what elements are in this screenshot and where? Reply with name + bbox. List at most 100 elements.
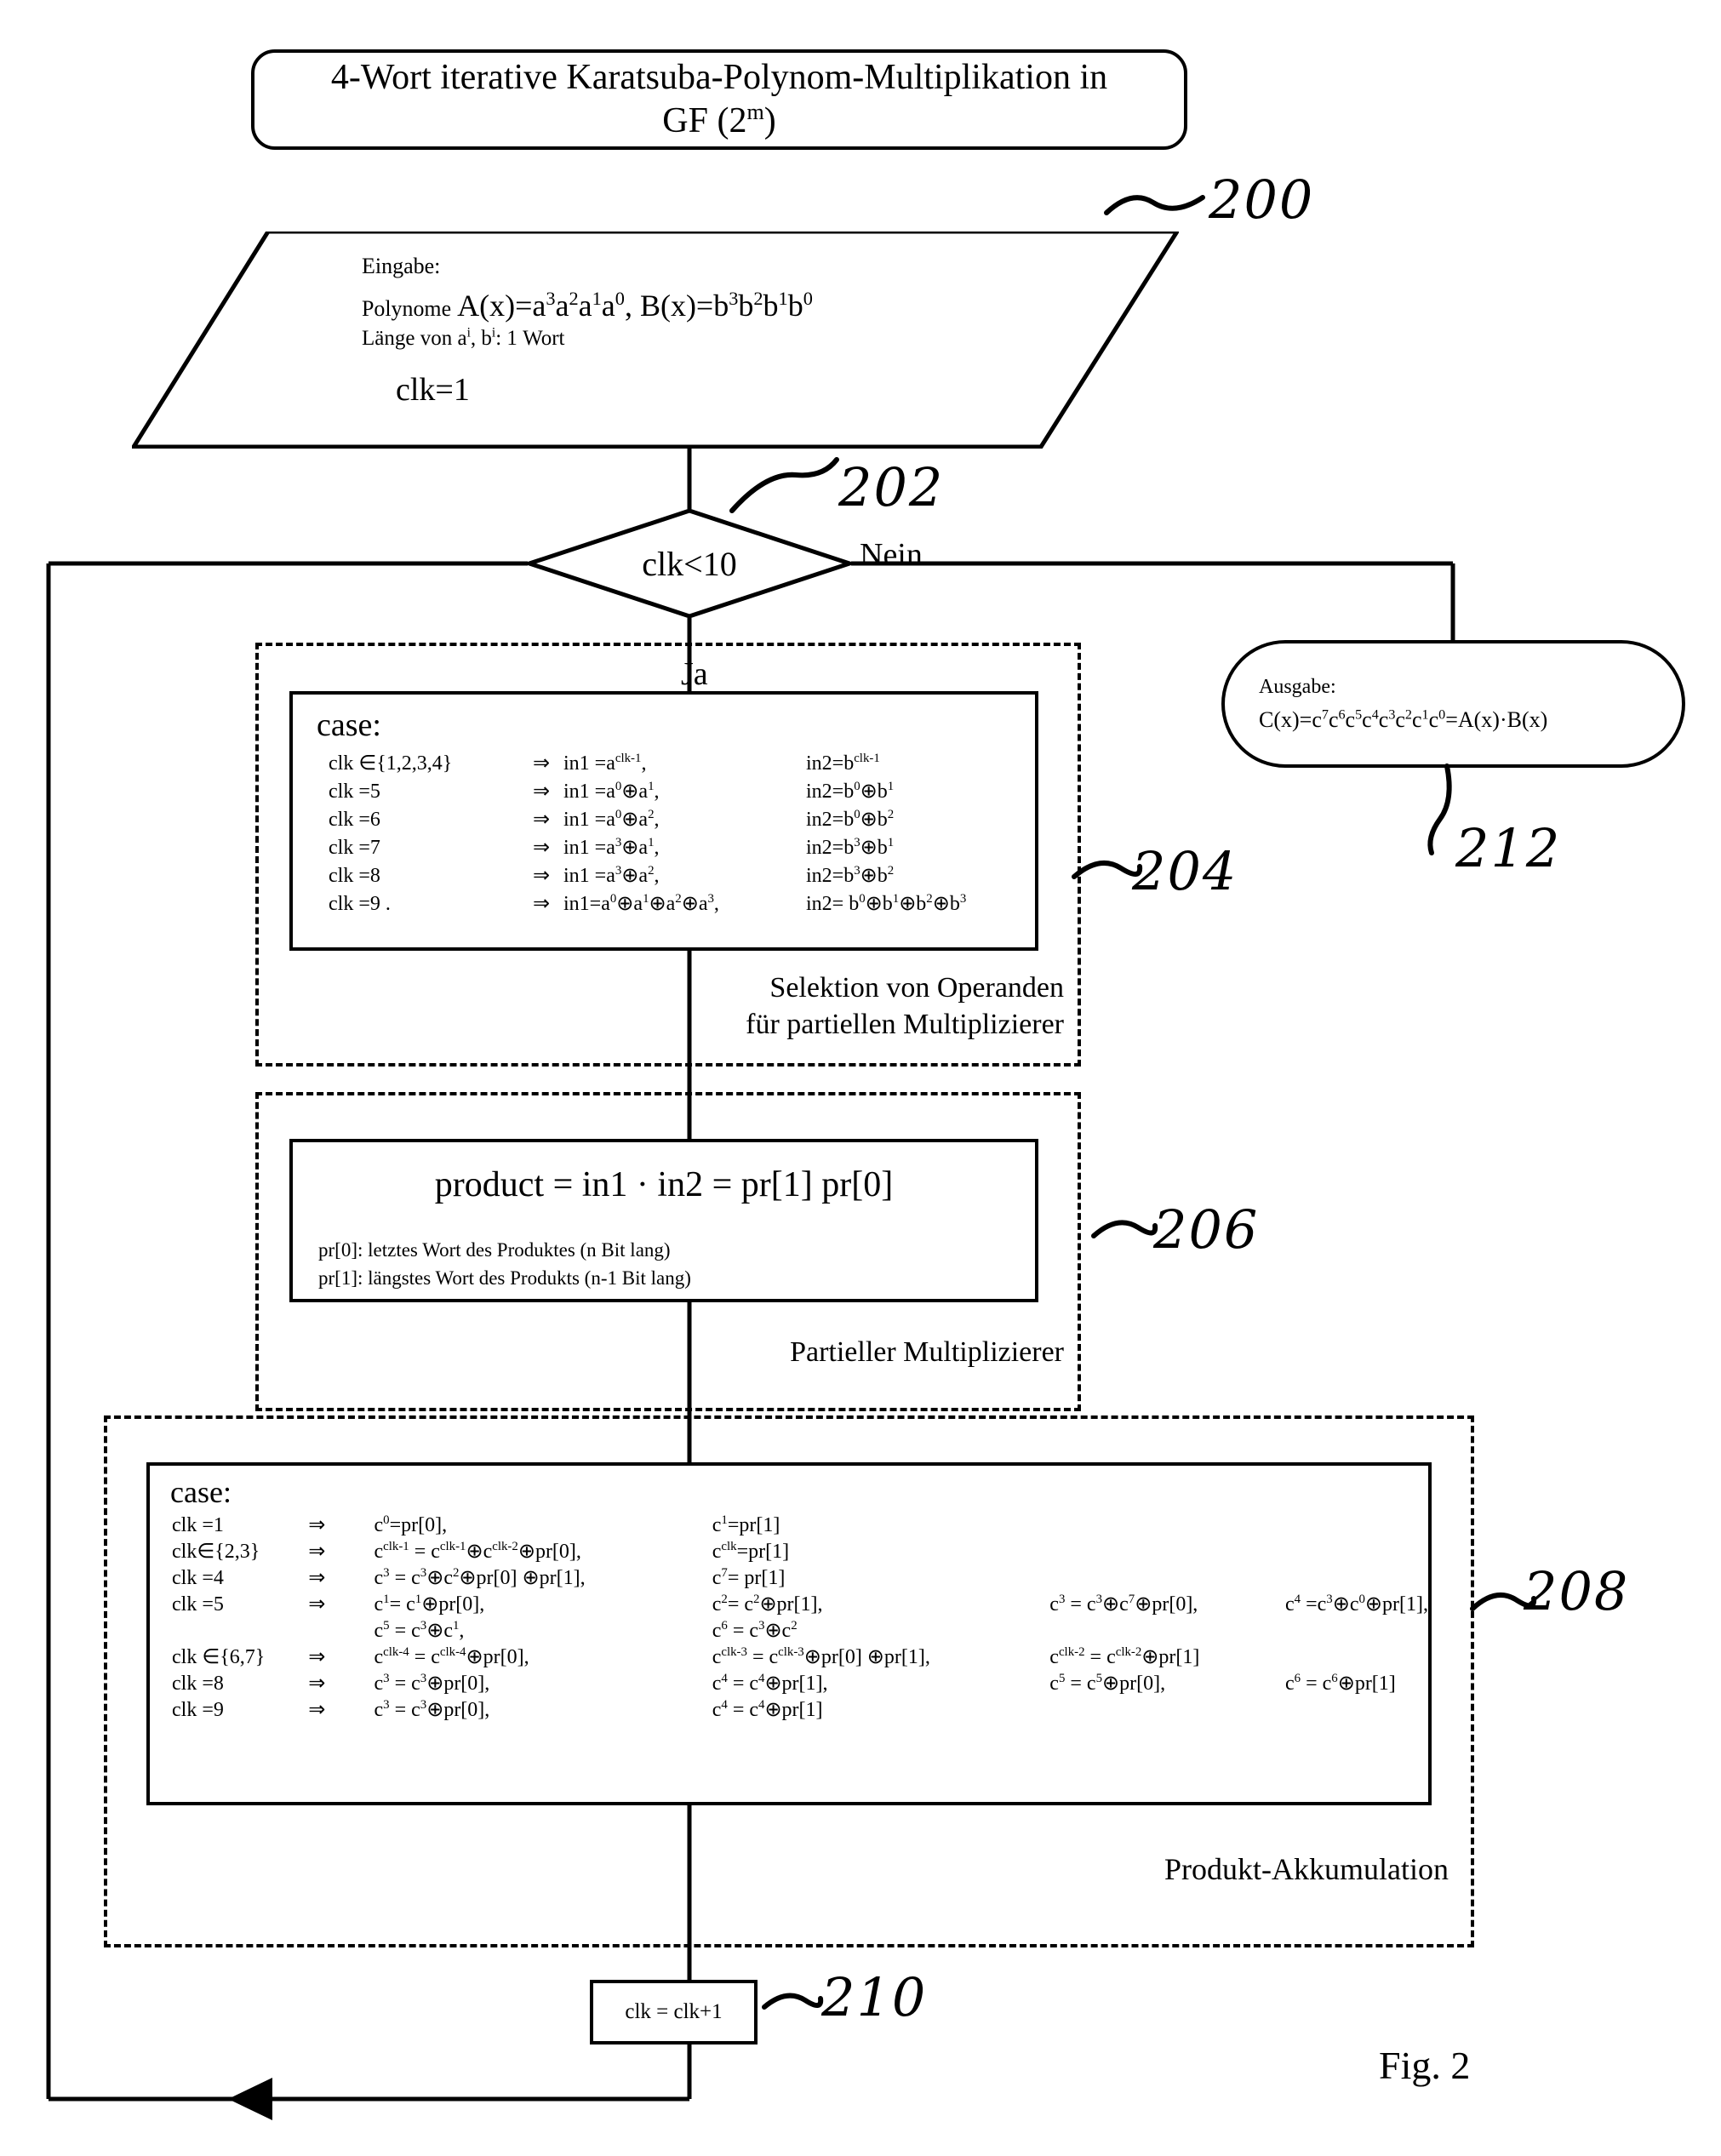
operand-in2: in2=b3⊕b2 [806,864,895,887]
product-accumulation-box: case: clk =1 ⇒ c0=pr[0], c1=pr[1] clk∈{2,3} ⇒… [146,1462,1432,1805]
implies-icon: ⇒ [308,1514,326,1536]
implies-icon: ⇒ [308,1673,326,1695]
implies-icon: ⇒ [533,809,551,831]
accumulation-expr-1: c3 = c3⊕pr[0], [374,1672,490,1695]
operand-selection-caption-line1: Selektion von Operanden [769,972,1064,1004]
accumulation-expr-2: c1=pr[1] [712,1513,780,1536]
operand-in1: in1=a0⊕a1⊕a2⊕a3, [563,892,719,915]
accumulation-expr-4 [1285,1512,1428,1538]
operand-case-row: clk ∈{1,2,3,4} ⇒ in1 =aclk-1, in2=bclk-1 [329,749,966,777]
accumulation-expr-3 [1049,1538,1285,1564]
operand-case-row: clk =6 ⇒ in1 =a0⊕a2, in2=b0⊕b2 [329,805,966,833]
decision-node: clk<10 [528,509,851,618]
reference-numeral-200: 200 [1209,169,1315,231]
figure-title-line1: 4-Wort iterative Karatsuba-Polynom-Multi… [330,57,1108,97]
product-accumulation-table: clk =1 ⇒ c0=pr[0], c1=pr[1] clk∈{2,3} ⇒ cclk-1… [172,1512,1428,1723]
accumulation-case-row: clk =5 ⇒ c1= c1⊕pr[0], c2= c2⊕pr[1], c3 = c3… [172,1591,1428,1617]
input-polynomials: Polynome A(x)=a3a2a1a0, B(x)=b3b2b1b0 [362,288,813,323]
operand-selection-box: case: clk ∈{1,2,3,4} ⇒ in1 =aclk-1, in2=bcl… [289,691,1038,951]
operand-in1: in1 =a3⊕a2, [563,864,660,887]
accumulation-case-row: clk =4 ⇒ c3 = c3⊕c2⊕pr[0] ⊕pr[1], c7= pr[1] [172,1564,1428,1591]
accumulation-case-condition: clk =9 [172,1699,224,1721]
reference-numeral-206: 206 [1153,1198,1260,1261]
operand-case-condition: clk =8 [329,865,380,887]
accumulation-expr-3: c3 = c3⊕c7⊕pr[0], [1049,1593,1198,1616]
operand-selection-caption-line2: für partiellen Multiplizierer [746,1008,1064,1040]
accumulation-expr-1: c5 = c3⊕c1, [374,1619,465,1642]
reference-numeral-208: 208 [1524,1560,1630,1622]
figure-title-box: 4-Wort iterative Karatsuba-Polynom-Multi… [251,49,1187,150]
implies-icon: ⇒ [308,1567,326,1589]
accumulation-case-condition: clk =8 [172,1673,224,1695]
operand-in2: in2=b0⊕b1 [806,780,895,803]
implies-icon: ⇒ [308,1699,326,1721]
accumulation-expr-1: c0=pr[0], [374,1513,448,1536]
decision-condition: clk<10 [642,544,737,583]
loopback-arrowhead [228,2078,272,2120]
product-notes: pr[0]: letztes Wort des Produktes (n Bit… [318,1236,1035,1293]
accumulation-expr-2: c7= pr[1] [712,1566,786,1589]
accumulation-expr-4 [1285,1538,1428,1564]
increment-node: clk = clk+1 [590,1980,758,2044]
accumulation-case-row: c5 = c3⊕c1, c6 = c3⊕c2 [172,1617,1428,1644]
figure-title-line2: GF (2m) [662,100,776,140]
operand-case-row: clk =7 ⇒ in1 =a3⊕a1, in2=b3⊕b1 [329,833,966,861]
accumulation-expr-4 [1285,1564,1428,1591]
operand-in2: in2= b0⊕b1⊕b2⊕b3 [806,892,967,915]
operand-in2: in2=b3⊕b1 [806,836,895,859]
accumulation-expr-1: c1= c1⊕pr[0], [374,1593,485,1616]
accumulation-case-row: clk∈{2,3} ⇒ cclk-1 = cclk-1⊕cclk-2⊕pr[0], c… [172,1538,1428,1564]
operand-in1: in1 =a3⊕a1, [563,836,660,859]
operand-in1: in1 =a0⊕a1, [563,780,660,803]
reference-numeral-210: 210 [821,1966,928,2028]
implies-icon: ⇒ [533,893,551,915]
accumulation-case-row: clk =9 ⇒ c3 = c3⊕pr[0], c4 = c4⊕pr[1] [172,1696,1428,1723]
product-note-pr1: pr[1]: längstes Wort des Produkts (n-1 B… [318,1267,691,1290]
accumulation-case-row: clk =8 ⇒ c3 = c3⊕pr[0], c4 = c4⊕pr[1], c5 = … [172,1670,1428,1696]
implies-icon [308,1617,374,1644]
figure-caption: Fig. 2 [1379,2044,1471,2087]
accumulation-expr-1: cclk-4 = cclk-4⊕pr[0], [374,1645,529,1668]
input-clk-init: clk=1 [396,372,470,408]
accumulation-expr-4 [1285,1644,1428,1670]
implies-icon: ⇒ [308,1646,326,1668]
operand-in1: in1 =aclk-1, [563,752,647,775]
operand-case-condition: clk =9 . [329,893,391,915]
accumulation-expr-1: cclk-1 = cclk-1⊕cclk-2⊕pr[0], [374,1540,581,1563]
operand-case-row: clk =5 ⇒ in1 =a0⊕a1, in2=b0⊕b1 [329,777,966,805]
accumulation-case-condition [172,1617,308,1644]
operand-selection-table: clk ∈{1,2,3,4} ⇒ in1 =aclk-1, in2=bclk-1 clk… [329,749,966,918]
accumulation-case-condition: clk =4 [172,1567,224,1589]
accumulation-case-condition: clk∈{2,3} [172,1541,260,1563]
operand-case-condition: clk =7 [329,837,380,859]
operand-selection-caption: Selektion von Operanden für partiellen M… [255,970,1064,1043]
implies-icon: ⇒ [533,865,551,887]
product-equation: product = in1 · in2 = pr[1] pr[0] [434,1165,894,1204]
case-keyword-204: case: [317,707,381,743]
implies-icon: ⇒ [533,752,551,775]
accumulation-expr-3 [1049,1696,1285,1723]
accumulation-expr-3 [1049,1564,1285,1591]
accumulation-expr-3: c5 = c5⊕pr[0], [1049,1672,1166,1695]
input-word-length: Länge von ai, bi: 1 Wort [362,325,565,350]
output-node: Ausgabe: C(x)=c7c6c5c4c3c2c1c0=A(x)·B(x) [1221,640,1685,768]
operand-case-condition: clk =5 [329,781,380,803]
implies-icon: ⇒ [308,1593,326,1616]
operand-in2: in2=bclk-1 [806,752,880,775]
accumulation-expr-4 [1285,1696,1428,1723]
accumulation-expr-2: cclk-3 = cclk-3⊕pr[0] ⊕pr[1], [712,1645,930,1668]
partial-multiplier-box: product = in1 · in2 = pr[1] pr[0] pr[0]:… [289,1139,1038,1302]
accumulation-expr-2: c4 = c4⊕pr[1] [712,1698,823,1721]
accumulation-expr-3: cclk-2 = cclk-2⊕pr[1] [1049,1645,1200,1668]
reference-numeral-202: 202 [838,456,945,518]
operand-in2: in2=b0⊕b2 [806,808,895,831]
accumulation-expr-4 [1285,1617,1428,1644]
reference-numeral-204: 204 [1132,840,1238,902]
accumulation-expr-3 [1049,1512,1285,1538]
accumulation-expr-1: c3 = c3⊕pr[0], [374,1698,490,1721]
accumulation-case-condition: clk =5 [172,1593,224,1616]
output-label: Ausgabe: [1259,675,1336,698]
operand-in1: in1 =a0⊕a2, [563,808,660,831]
implies-icon: ⇒ [533,837,551,859]
accumulation-case-row: clk =1 ⇒ c0=pr[0], c1=pr[1] [172,1512,1428,1538]
